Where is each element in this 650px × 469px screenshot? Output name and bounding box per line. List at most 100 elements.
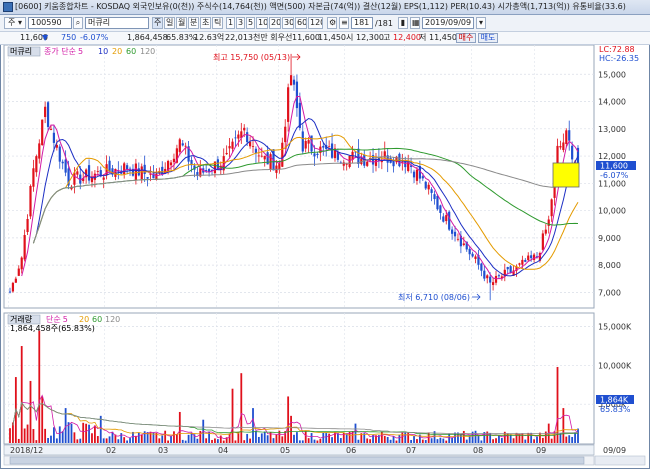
volume-ma60-legend: 60 <box>92 315 102 324</box>
count-total: /181 <box>375 19 393 28</box>
price-tick-label: 12,000 <box>598 152 626 161</box>
settings-icon[interactable]: ⚙ <box>327 17 337 29</box>
candle-body <box>26 218 29 233</box>
candle-body <box>462 243 465 246</box>
volume-bar <box>413 435 415 443</box>
volume-bar <box>257 436 260 443</box>
candle-body <box>146 177 149 179</box>
volume-bar <box>541 437 544 443</box>
candle-body <box>453 231 457 237</box>
candle-body <box>284 126 287 143</box>
volume-bar <box>38 330 41 443</box>
minute-10[interactable]: 10 <box>256 17 268 29</box>
count-input[interactable]: 181 <box>351 17 373 29</box>
candle-body <box>295 81 299 109</box>
candle-body <box>263 155 266 160</box>
volume-bar <box>99 415 102 443</box>
volume-bar <box>348 431 351 443</box>
volume-bar <box>117 439 120 443</box>
candle-body <box>521 259 524 265</box>
candle-body <box>415 169 419 181</box>
volume-bar <box>539 432 541 443</box>
minute-60[interactable]: 60 <box>295 17 307 29</box>
stock-chart[interactable]: 7,000 8,000 9,000 10,000 11,000 12,000 13,000 1… <box>0 45 650 469</box>
volume-bar <box>404 431 407 443</box>
period-day[interactable]: 일 <box>164 17 175 29</box>
quote-low: 11,450 <box>429 33 457 42</box>
candle-body <box>518 263 521 265</box>
volume-bar <box>272 438 275 443</box>
volume-bar <box>325 433 328 443</box>
volume-bar <box>290 415 292 443</box>
candle-body <box>11 282 15 292</box>
mode-select[interactable]: 주 ▾ <box>4 17 26 29</box>
minute-1[interactable]: 1 <box>226 17 235 29</box>
period-week[interactable]: 주 <box>152 17 163 29</box>
volume-bar <box>571 436 574 443</box>
period-month[interactable]: 월 <box>176 17 187 29</box>
date-tick-label: 04 <box>218 446 228 455</box>
search-icon[interactable]: ⌕ <box>73 17 83 29</box>
period-tick[interactable]: 틱 <box>212 17 223 29</box>
quote-open: 12,300 <box>356 33 384 42</box>
volume-bar <box>524 439 527 443</box>
sell-button[interactable]: 매도 <box>478 33 498 43</box>
minute-5[interactable]: 5 <box>246 17 255 29</box>
volume-bar <box>275 434 278 443</box>
volume-ma20-legend: 20 <box>79 315 89 324</box>
volume-bar <box>181 439 184 443</box>
candle-body <box>491 282 495 285</box>
candle-body <box>35 156 38 173</box>
scrollbar-thumb[interactable] <box>9 456 585 465</box>
candle-body <box>506 267 509 270</box>
candle-body <box>102 177 105 180</box>
legend-ma10: 10 <box>98 47 108 56</box>
candle-body <box>439 205 442 213</box>
minute-30[interactable]: 30 <box>282 17 294 29</box>
volume-bar <box>380 431 383 443</box>
candle-body <box>32 168 35 187</box>
candle-body <box>550 199 553 217</box>
title-bar[interactable]: [0600] 키움종합차트 - KOSDAQ 외국인보유(0(천)) 주식수(1… <box>0 0 650 15</box>
volume-bar <box>137 432 140 443</box>
volume-bar <box>96 436 99 443</box>
volume-bar <box>190 432 193 443</box>
date-tick-label: 02 <box>106 446 116 455</box>
volume-bar <box>331 437 333 443</box>
period-minute[interactable]: 분 <box>188 17 199 29</box>
date-picker-icon[interactable]: ▾ <box>476 17 486 29</box>
candle-body <box>87 165 91 181</box>
candle-body <box>58 146 61 162</box>
candle-body <box>49 128 53 130</box>
volume-bar <box>389 439 392 443</box>
quote-open-label: 시 <box>346 33 354 42</box>
stock-code-input[interactable]: 100590 <box>28 17 72 29</box>
minute-20[interactable]: 20 <box>269 17 281 29</box>
candle-body <box>328 146 331 148</box>
minute-120[interactable]: 120 <box>308 17 323 29</box>
period-second[interactable]: 초 <box>200 17 211 29</box>
candle-body <box>532 254 536 260</box>
bars-icon[interactable]: ▮ <box>398 17 408 29</box>
cursor-box[interactable] <box>552 162 580 188</box>
calendar-icon[interactable]: ▦ <box>410 17 420 29</box>
volume-bar <box>395 440 398 443</box>
list-icon[interactable]: ≡ <box>339 17 349 29</box>
volume-bar <box>123 437 126 443</box>
date-tick-label: 03 <box>158 446 168 455</box>
date-input[interactable]: 2019/09/09 <box>422 17 474 29</box>
volume-bar <box>82 422 85 443</box>
volume-bar <box>214 438 216 443</box>
volume-bar <box>495 438 497 443</box>
minute-3[interactable]: 3 <box>236 17 245 29</box>
candle-body <box>374 159 378 166</box>
candle-body <box>76 171 79 175</box>
volume-bar <box>281 436 284 443</box>
candle-body <box>301 131 304 152</box>
buy-button[interactable]: 매수 <box>456 33 476 43</box>
volume-bar <box>392 436 395 443</box>
volume-bar <box>544 431 547 443</box>
zoom-control[interactable] <box>594 455 646 466</box>
candle-body <box>8 291 12 293</box>
stock-name-field[interactable]: 머큐리 <box>85 17 149 29</box>
